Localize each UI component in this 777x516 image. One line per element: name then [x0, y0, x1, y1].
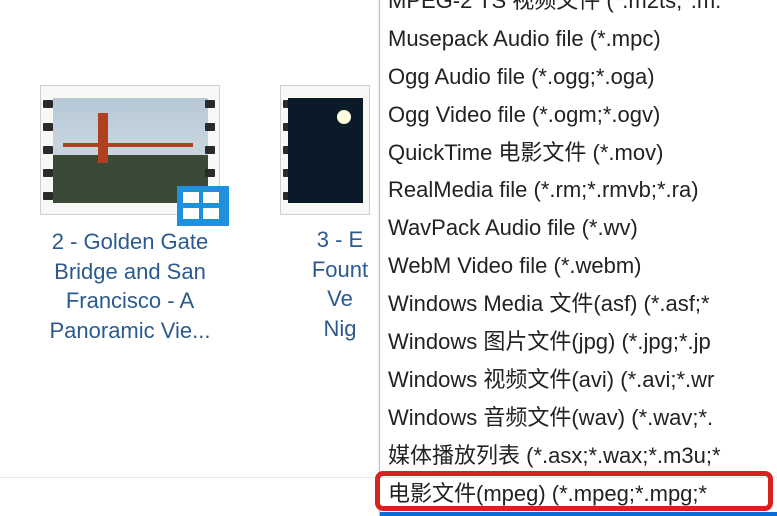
dropdown-option[interactable]: Windows 图片文件(jpg) (*.jpg;*.jp: [380, 323, 777, 361]
thumbnail-image: [288, 98, 363, 203]
dropdown-option[interactable]: QuickTime 电影文件 (*.mov): [380, 134, 777, 172]
dropdown-option[interactable]: 电影文件(mpeg) (*.mpeg;*.mpg;*: [380, 475, 777, 513]
dropdown-option[interactable]: WavPack Audio file (*.wv): [380, 209, 777, 247]
dropdown-list: MPEG-2 TS 视频文件 (*.m2ts;*.m. Musepack Aud…: [380, 0, 777, 516]
dropdown-option[interactable]: Windows Media 文件(asf) (*.asf;*: [380, 285, 777, 323]
file-label: 3 - E Fount Ve Nig: [295, 225, 385, 344]
file-label: 2 - Golden Gate Bridge and San Francisco…: [35, 227, 225, 346]
dropdown-option[interactable]: MPEG-2 TS 视频文件 (*.m2ts;*.m.: [380, 0, 777, 20]
dropdown-option[interactable]: Windows 视频文件(avi) (*.avi;*.wr: [380, 361, 777, 399]
dropdown-option[interactable]: 媒体播放列表 (*.asx;*.wax;*.m3u;*: [380, 437, 777, 475]
video-thumbnail: [280, 85, 370, 215]
video-thumbnail: [40, 85, 220, 215]
file-type-dropdown[interactable]: MPEG-2 TS 视频文件 (*.m2ts;*.m. Musepack Aud…: [379, 0, 777, 516]
dropdown-option[interactable]: Ogg Audio file (*.ogg;*.oga): [380, 58, 777, 96]
dropdown-option[interactable]: WebM Video file (*.webm): [380, 247, 777, 285]
dropdown-option[interactable]: RealMedia file (*.rm;*.rmvb;*.ra): [380, 171, 777, 209]
video-badge-icon: [177, 186, 229, 226]
divider: [0, 477, 777, 478]
dropdown-option[interactable]: Ogg Video file (*.ogm;*.ogv): [380, 96, 777, 134]
dropdown-option[interactable]: Windows 音频文件(wav) (*.wav;*.: [380, 399, 777, 437]
file-item[interactable]: 2 - Golden Gate Bridge and San Francisco…: [40, 85, 220, 480]
dropdown-option[interactable]: Musepack Audio file (*.mpc): [380, 20, 777, 58]
